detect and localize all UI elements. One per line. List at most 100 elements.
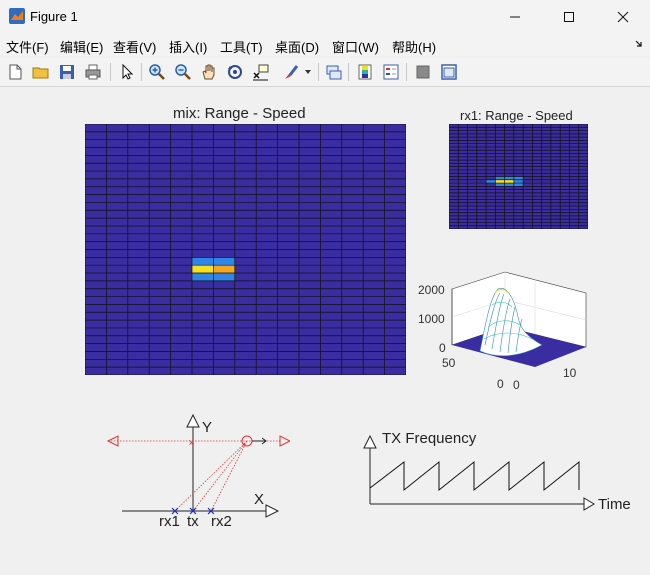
heatmap-hot-cell: [213, 257, 235, 266]
heatmap-hot-cell: [192, 265, 214, 274]
toolbar-separator: [348, 63, 349, 81]
pan-button[interactable]: [198, 61, 220, 83]
heatmap-hot-cell: [192, 273, 214, 281]
freq-y-label: TX Frequency: [382, 430, 477, 447]
freq-x-label: Time: [598, 496, 631, 513]
menu-view[interactable]: 查看(V): [113, 37, 156, 56]
toolbar: [0, 58, 650, 87]
target-x-marker: x: [189, 437, 194, 447]
print-button[interactable]: [82, 61, 104, 83]
pan-hand-icon: [202, 64, 215, 80]
heatmap-hot-cell: [192, 257, 214, 266]
save-button[interactable]: [56, 61, 78, 83]
edit-plot-arrow-icon: [122, 63, 134, 80]
print-icon: [85, 64, 101, 80]
save-icon: [60, 65, 74, 79]
freq-y-arrow-icon: [363, 434, 377, 449]
heatmap-hot-cell: [486, 179, 496, 184]
show-plot-tools-button[interactable]: [438, 61, 460, 83]
data-cursor-icon: [253, 64, 269, 81]
close-button[interactable]: [600, 0, 646, 34]
brush-icon: [285, 65, 299, 79]
open-file-button[interactable]: [30, 61, 52, 83]
mix-range-speed-heatmap[interactable]: [85, 124, 406, 375]
surface-ytick: 0: [497, 377, 504, 391]
heatmap-hot-cell: [504, 183, 514, 187]
heatmap-hot-cell: [513, 183, 524, 187]
rotate-3d-icon: [228, 65, 242, 79]
surface-ztick: 0: [439, 341, 446, 355]
tx-label: tx: [187, 513, 199, 530]
open-file-icon: [32, 67, 49, 79]
heatmap-hot-cell: [213, 265, 235, 274]
data-cursor-button[interactable]: [250, 61, 272, 83]
y-arrow-icon: [186, 413, 200, 428]
heatmap-hot-cell: [504, 179, 514, 184]
window-title-bar: Figure 1: [0, 0, 650, 34]
new-figure-button[interactable]: [4, 61, 26, 83]
surface-ytick: 50: [442, 356, 456, 370]
rotate-3d-button[interactable]: [224, 61, 246, 83]
surface-ztick: 2000: [418, 283, 445, 297]
heatmap-hot-cell: [504, 176, 514, 180]
show-plot-tools-icon: [441, 64, 457, 80]
zoom-in-icon: [149, 64, 165, 80]
rx1-range-speed-heatmap[interactable]: [449, 124, 588, 229]
mix-plot-title: mix: Range - Speed: [173, 105, 306, 122]
edit-plot-button[interactable]: [116, 61, 138, 83]
heatmap-hot-cell: [495, 176, 505, 180]
menu-window[interactable]: 窗口(W): [332, 37, 379, 56]
heatmap-hot-cell: [213, 273, 235, 281]
heatmap-hot-cell: [513, 176, 524, 180]
rx1-label: rx1: [159, 513, 180, 530]
menu-tools[interactable]: 工具(T): [220, 37, 263, 56]
heatmap-hot-cell: [495, 183, 505, 187]
toolbar-separator: [318, 63, 319, 81]
colorbar-button[interactable]: [354, 61, 376, 83]
menu-help[interactable]: 帮助(H): [392, 37, 436, 56]
geometry-diagram: x: [106, 413, 290, 518]
rx1-plot-title: rx1: Range - Speed: [460, 108, 573, 123]
freq-x-arrow-icon: [583, 497, 595, 511]
link-plot-icon: [326, 65, 342, 80]
menu-file[interactable]: 文件(F): [6, 37, 49, 56]
signal-path-tx: [192, 440, 248, 512]
toolbar-separator: [110, 63, 111, 81]
surface-xtick: 0: [513, 378, 520, 392]
legend-button[interactable]: [380, 61, 402, 83]
x-arrow-icon: [265, 504, 280, 518]
zoom-out-button[interactable]: [172, 61, 194, 83]
menu-edit[interactable]: 编辑(E): [60, 37, 103, 56]
dock-arrow-icon[interactable]: [634, 39, 644, 49]
signal-path-rx1: [174, 440, 248, 512]
window-title: Figure 1: [30, 9, 78, 24]
menu-insert[interactable]: 插入(I): [169, 37, 207, 56]
figure-canvas: mix: Range - Speed rx1: Range - Speed 20…: [0, 87, 650, 575]
zoom-in-button[interactable]: [146, 61, 168, 83]
new-figure-icon: [9, 64, 22, 80]
menu-bar: 文件(F) 编辑(E) 查看(V) 插入(I) 工具(T) 桌面(D) 窗口(W…: [0, 34, 650, 56]
rx2-label: rx2: [211, 513, 232, 530]
legend-icon: [383, 64, 399, 80]
maximize-button[interactable]: [546, 0, 592, 34]
sawtooth-line: [369, 460, 580, 492]
zoom-out-icon: [175, 64, 191, 80]
toolbar-separator: [141, 63, 142, 81]
surface-xtick: 10: [563, 366, 577, 380]
menu-desktop[interactable]: 桌面(D): [275, 37, 319, 56]
link-plot-button[interactable]: [323, 61, 345, 83]
surface-3d-plot[interactable]: [440, 267, 590, 377]
brush-button[interactable]: [280, 61, 302, 83]
colorbar-icon: [358, 64, 372, 80]
signal-path-rx2: [210, 440, 248, 512]
chevron-down-icon: [305, 70, 311, 74]
minimize-icon: [510, 16, 520, 18]
brush-dropdown[interactable]: [302, 61, 314, 83]
heatmap-hot-cell: [495, 179, 505, 184]
maximize-icon: [564, 12, 574, 22]
hide-plot-tools-button[interactable]: [412, 61, 434, 83]
toolbar-separator: [406, 63, 407, 81]
geometry-y-label: Y: [202, 419, 213, 436]
minimize-button[interactable]: [492, 0, 538, 34]
matlab-logo-icon: [9, 8, 25, 24]
